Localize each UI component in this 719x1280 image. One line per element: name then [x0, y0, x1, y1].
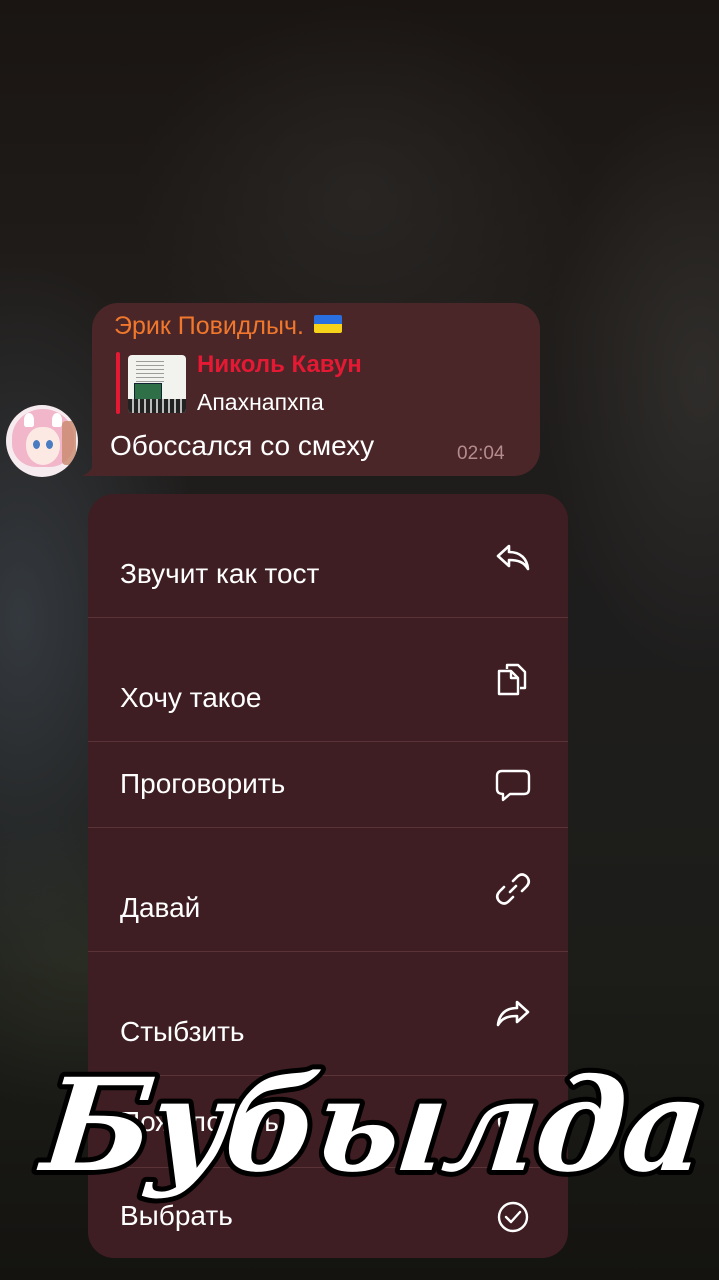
- watermark: Бубылда: [27, 1045, 717, 1206]
- menu-item-label: Хочу такое: [120, 682, 262, 713]
- message-time: 02:04: [457, 443, 505, 464]
- reply-icon: [494, 538, 532, 576]
- link-icon: [494, 870, 532, 908]
- avatar[interactable]: [6, 405, 78, 477]
- copy-icon: [494, 660, 532, 698]
- menu-item-label: Звучит как тост: [120, 558, 320, 589]
- menu-item-link[interactable]: Давай: [88, 828, 568, 952]
- menu-item-comment[interactable]: Проговорить: [88, 742, 568, 828]
- sender-name[interactable]: Эрик Повидлыч.: [114, 312, 342, 341]
- message-text: Обоссался со смеху: [110, 430, 375, 461]
- reply-author: Николь Кавун: [197, 351, 362, 378]
- reply-text: Апахнапхпа: [197, 389, 324, 415]
- forward-icon: [494, 994, 532, 1032]
- watermark-text: Бубылда: [32, 1050, 712, 1201]
- comment-icon: [494, 766, 532, 804]
- menu-item-label: Проговорить: [120, 768, 286, 799]
- menu-item-reply[interactable]: Звучит как тост: [88, 494, 568, 618]
- menu-item-label: Стыбзить: [120, 1016, 245, 1047]
- menu-item-label: Давай: [120, 892, 201, 923]
- menu-item-copy[interactable]: Хочу такое: [88, 618, 568, 742]
- reply-accent-bar: [116, 352, 120, 414]
- ukraine-flag-icon: [313, 315, 342, 333]
- reply-thumbnail[interactable]: [128, 355, 186, 413]
